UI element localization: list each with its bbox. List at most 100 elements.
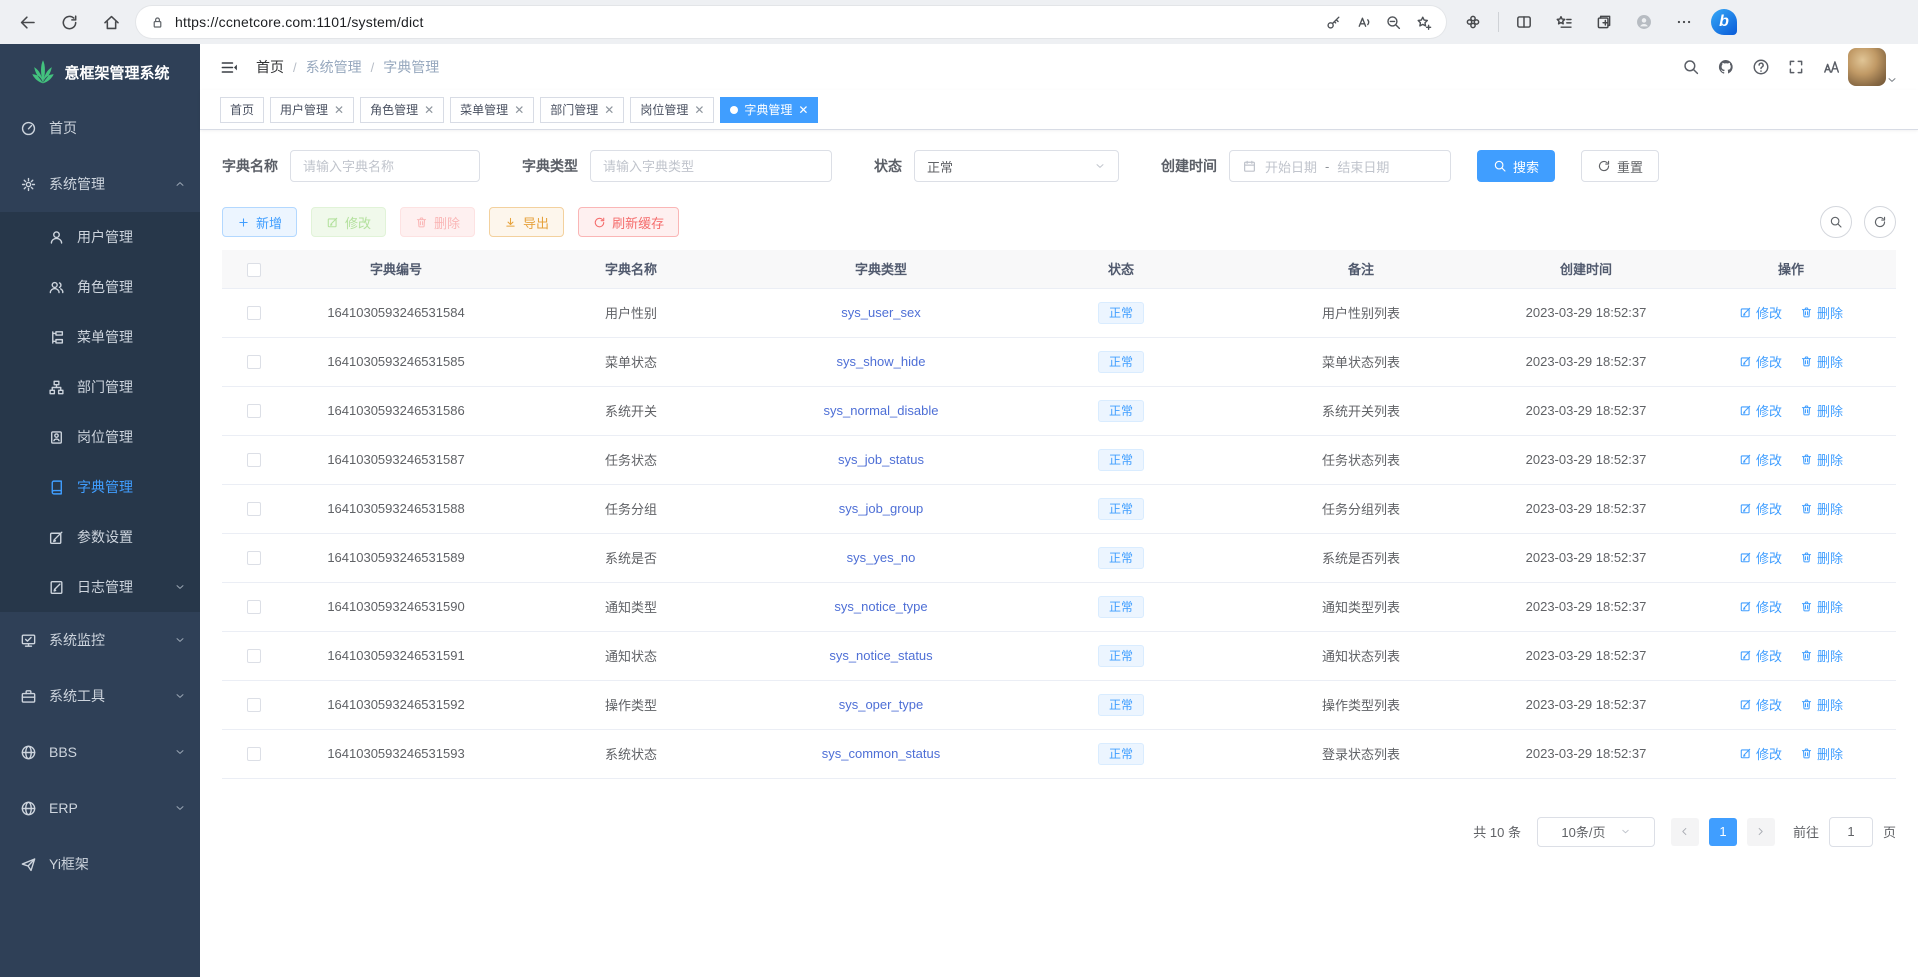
新增-button[interactable]: 新增 xyxy=(222,207,297,237)
row-checkbox[interactable] xyxy=(247,747,261,761)
more-button[interactable] xyxy=(1667,5,1701,39)
github-button[interactable] xyxy=(1715,56,1737,78)
刷新缓存-button[interactable]: 刷新缓存 xyxy=(578,207,679,237)
tab-用户管理[interactable]: 用户管理✕ xyxy=(270,97,354,123)
delete-link[interactable]: 删除 xyxy=(1800,303,1843,322)
close-tab-icon[interactable]: ✕ xyxy=(424,104,434,116)
tab-菜单管理[interactable]: 菜单管理✕ xyxy=(450,97,534,123)
dict-type-link[interactable]: sys_common_status xyxy=(822,746,941,761)
edit-link[interactable]: 修改 xyxy=(1739,499,1782,518)
sidebar-item-BBS[interactable]: BBS xyxy=(0,724,200,780)
home-button[interactable] xyxy=(94,5,128,39)
zoom-out-button[interactable] xyxy=(1378,7,1408,37)
app-logo[interactable]: 意框架管理系统 xyxy=(0,44,200,100)
dict-type-link[interactable]: sys_normal_disable xyxy=(824,403,939,418)
select-all-checkbox[interactable] xyxy=(247,263,261,277)
collections-button[interactable] xyxy=(1587,5,1621,39)
close-tab-icon[interactable]: ✕ xyxy=(334,104,344,116)
dict-type-input[interactable] xyxy=(603,159,819,174)
page-size-select[interactable]: 10条/页 xyxy=(1537,817,1655,847)
fullscreen-button[interactable] xyxy=(1785,56,1807,78)
row-checkbox[interactable] xyxy=(247,355,261,369)
sidebar-item-Yi框架[interactable]: Yi框架 xyxy=(0,836,200,892)
dict-type-link[interactable]: sys_job_group xyxy=(839,501,924,516)
status-select[interactable]: 正常 xyxy=(914,150,1119,182)
sidebar-item-ERP[interactable]: ERP xyxy=(0,780,200,836)
sidebar-item-部门管理[interactable]: 部门管理 xyxy=(0,362,200,412)
delete-link[interactable]: 删除 xyxy=(1800,352,1843,371)
dict-type-link[interactable]: sys_notice_status xyxy=(829,648,932,663)
row-checkbox[interactable] xyxy=(247,551,261,565)
reset-button[interactable]: 重置 xyxy=(1581,150,1659,182)
bing-chat-button[interactable]: b xyxy=(1707,5,1741,39)
dict-type-link[interactable]: sys_job_status xyxy=(838,452,924,467)
dict-type-link[interactable]: sys_user_sex xyxy=(841,305,920,320)
edit-link[interactable]: 修改 xyxy=(1739,695,1782,714)
essentials-button[interactable] xyxy=(1456,5,1490,39)
tab-岗位管理[interactable]: 岗位管理✕ xyxy=(630,97,714,123)
edit-link[interactable]: 修改 xyxy=(1739,401,1782,420)
edit-link[interactable]: 修改 xyxy=(1739,450,1782,469)
sidebar-item-岗位管理[interactable]: 岗位管理 xyxy=(0,412,200,462)
edit-link[interactable]: 修改 xyxy=(1739,597,1782,616)
delete-link[interactable]: 删除 xyxy=(1800,597,1843,616)
tab-角色管理[interactable]: 角色管理✕ xyxy=(360,97,444,123)
breadcrumb-item[interactable]: 首页 xyxy=(256,57,284,77)
read-aloud-button[interactable] xyxy=(1348,7,1378,37)
dict-type-link[interactable]: sys_yes_no xyxy=(847,550,916,565)
删除-button[interactable]: 删除 xyxy=(400,207,475,237)
collapse-sidebar-icon[interactable] xyxy=(216,54,242,80)
help-button[interactable] xyxy=(1750,56,1772,78)
dict-type-link[interactable]: sys_notice_type xyxy=(834,599,927,614)
dict-type-link[interactable]: sys_oper_type xyxy=(839,697,924,712)
delete-link[interactable]: 删除 xyxy=(1800,548,1843,567)
dict-name-input[interactable] xyxy=(303,159,467,174)
edit-link[interactable]: 修改 xyxy=(1739,744,1782,763)
profile-button[interactable] xyxy=(1627,5,1661,39)
search-button[interactable]: 搜索 xyxy=(1477,150,1555,182)
sidebar-item-参数设置[interactable]: 参数设置 xyxy=(0,512,200,562)
close-tab-icon[interactable]: ✕ xyxy=(798,104,808,116)
page-number-1[interactable]: 1 xyxy=(1709,818,1737,846)
back-button[interactable] xyxy=(10,5,44,39)
refresh-button[interactable] xyxy=(52,5,86,39)
delete-link[interactable]: 删除 xyxy=(1800,499,1843,518)
sidebar-item-角色管理[interactable]: 角色管理 xyxy=(0,262,200,312)
sidebar-item-日志管理[interactable]: 日志管理 xyxy=(0,562,200,612)
edit-link[interactable]: 修改 xyxy=(1739,303,1782,322)
address-bar[interactable]: https://ccnetcore.com:1101/system/dict xyxy=(136,6,1446,38)
tab-首页[interactable]: 首页 xyxy=(220,97,264,123)
refresh-tool-button[interactable] xyxy=(1864,206,1896,238)
row-checkbox[interactable] xyxy=(247,404,261,418)
sidebar-item-系统监控[interactable]: 系统监控 xyxy=(0,612,200,668)
row-checkbox[interactable] xyxy=(247,502,261,516)
sidebar-item-系统管理[interactable]: 系统管理 xyxy=(0,156,200,212)
date-range-picker[interactable]: 开始日期 - 结束日期 xyxy=(1229,150,1451,182)
user-avatar[interactable] xyxy=(1848,48,1886,86)
sidebar-item-用户管理[interactable]: 用户管理 xyxy=(0,212,200,262)
edit-link[interactable]: 修改 xyxy=(1739,352,1782,371)
search-tool-button[interactable] xyxy=(1820,206,1852,238)
avatar-caret-icon[interactable] xyxy=(1886,74,1898,86)
prev-page-button[interactable] xyxy=(1671,818,1699,846)
row-checkbox[interactable] xyxy=(247,600,261,614)
edit-link[interactable]: 修改 xyxy=(1739,646,1782,665)
close-tab-icon[interactable]: ✕ xyxy=(694,104,704,116)
font-size-button[interactable] xyxy=(1820,56,1842,78)
star-add-button[interactable] xyxy=(1408,7,1438,37)
修改-button[interactable]: 修改 xyxy=(311,207,386,237)
导出-button[interactable]: 导出 xyxy=(489,207,564,237)
delete-link[interactable]: 删除 xyxy=(1800,646,1843,665)
edit-link[interactable]: 修改 xyxy=(1739,548,1782,567)
row-checkbox[interactable] xyxy=(247,698,261,712)
close-tab-icon[interactable]: ✕ xyxy=(514,104,524,116)
sidebar-item-字典管理[interactable]: 字典管理 xyxy=(0,462,200,512)
delete-link[interactable]: 删除 xyxy=(1800,450,1843,469)
url-text[interactable]: https://ccnetcore.com:1101/system/dict xyxy=(175,14,1318,30)
row-checkbox[interactable] xyxy=(247,453,261,467)
sidebar-item-系统工具[interactable]: 系统工具 xyxy=(0,668,200,724)
delete-link[interactable]: 删除 xyxy=(1800,401,1843,420)
key-button[interactable] xyxy=(1318,7,1348,37)
delete-link[interactable]: 删除 xyxy=(1800,744,1843,763)
goto-page-input[interactable] xyxy=(1829,817,1873,847)
